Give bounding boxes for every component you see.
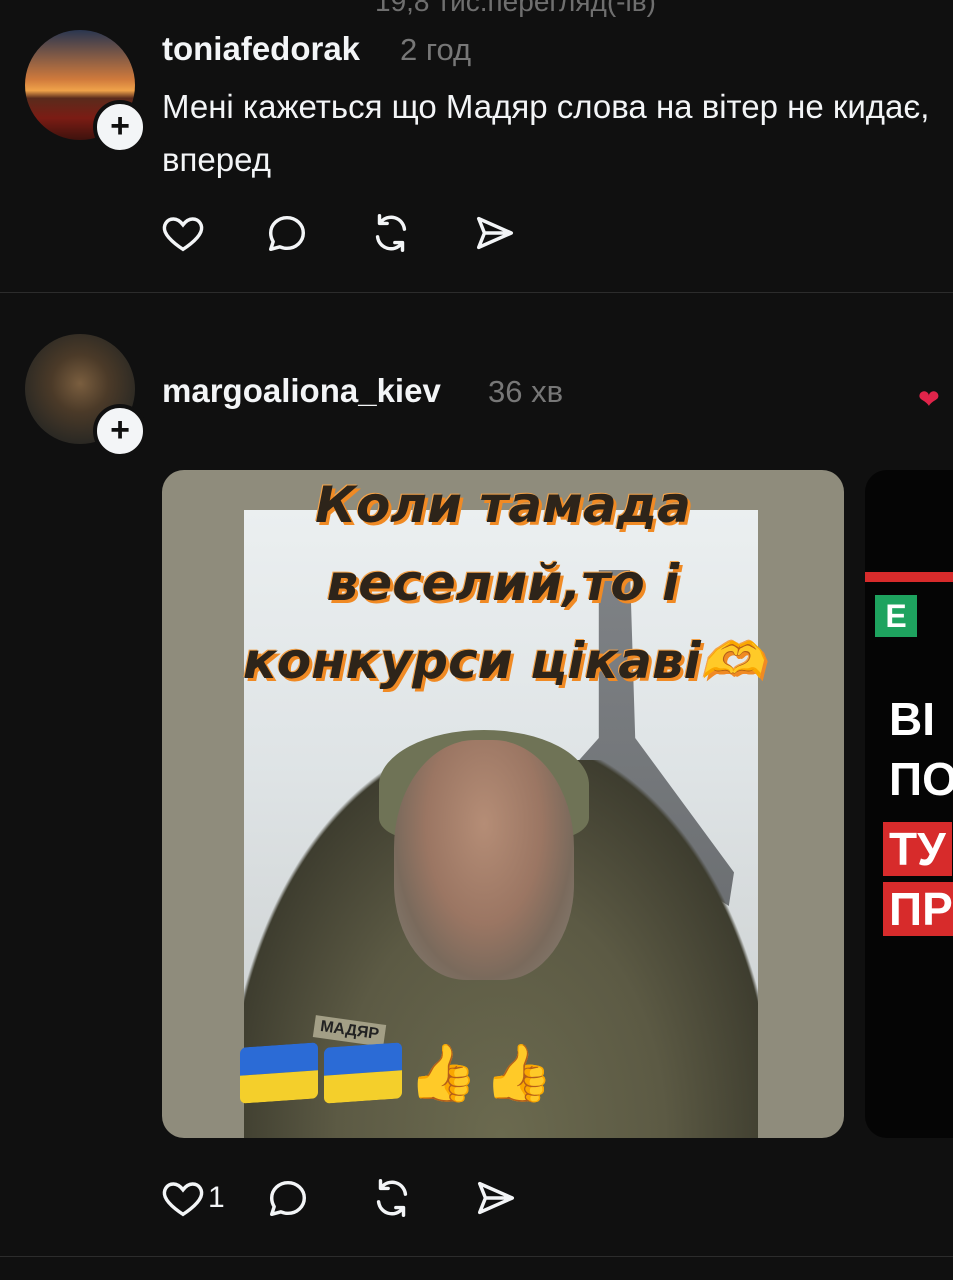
post-divider: [0, 1256, 953, 1257]
meme-caption-line-1: Коли тамада: [315, 476, 691, 534]
headline-line: ПО: [889, 753, 953, 805]
like-button[interactable]: [160, 210, 206, 256]
share-button[interactable]: [472, 210, 518, 256]
headline-line: ПР: [883, 882, 953, 936]
thumbs-up-icon: 👍: [408, 1041, 478, 1104]
username[interactable]: toniafedorak: [162, 30, 360, 68]
headline-line: ТУ: [883, 822, 952, 876]
headline-line: ВІ: [889, 693, 935, 745]
meme-caption-line-3: конкурси цікаві🫶: [242, 632, 764, 690]
username[interactable]: margoaliona_kiev: [162, 372, 441, 410]
repost-icon: [376, 1179, 407, 1217]
thumbs-up-icon: 👍: [483, 1041, 554, 1104]
soldier-face: [394, 740, 574, 980]
repost-button[interactable]: [368, 210, 414, 256]
post-actions: 1: [160, 1175, 577, 1221]
follow-plus-icon[interactable]: +: [93, 404, 147, 458]
follow-plus-icon[interactable]: +: [93, 100, 147, 154]
red-banner: [865, 572, 953, 582]
send-icon: [476, 216, 514, 250]
post-time: 36 хв: [488, 374, 564, 409]
post-divider: [0, 292, 953, 293]
comment-button[interactable]: [264, 210, 310, 256]
comment-icon: [268, 215, 306, 252]
channel-logo: Е: [875, 595, 917, 637]
post-image-meme[interactable]: МАДЯР Коли тамада веселий,то і конкурси …: [162, 470, 844, 1138]
repost-icon: [375, 214, 407, 252]
post-time: 2 год: [400, 32, 472, 67]
like-button[interactable]: 1: [160, 1175, 225, 1221]
repost-button[interactable]: [369, 1175, 415, 1221]
send-icon: [477, 1181, 514, 1215]
post-text: Мені кажеться що Мадяр слова на вітер не…: [162, 88, 930, 178]
meme-caption-line-2: веселий,то і: [326, 554, 680, 612]
like-count: 1: [208, 1181, 225, 1214]
flags-and-thumbs: 👍 👍: [240, 1041, 554, 1104]
comment-icon: [269, 1180, 306, 1217]
share-button[interactable]: [473, 1175, 519, 1221]
post-actions: [160, 210, 576, 256]
heart-icon: [162, 217, 204, 252]
liked-heart-icon: ❤: [918, 384, 940, 414]
ukraine-flag-icon: [324, 1042, 402, 1104]
views-counter: 19,8 тис.перегляд(-ів): [375, 0, 656, 17]
comment-button[interactable]: [265, 1175, 311, 1221]
ukraine-flag-icon: [240, 1042, 318, 1104]
heart-icon: [162, 1182, 204, 1217]
post-image-second[interactable]: Е ВІ ПО ТУ ПР: [865, 470, 953, 1138]
